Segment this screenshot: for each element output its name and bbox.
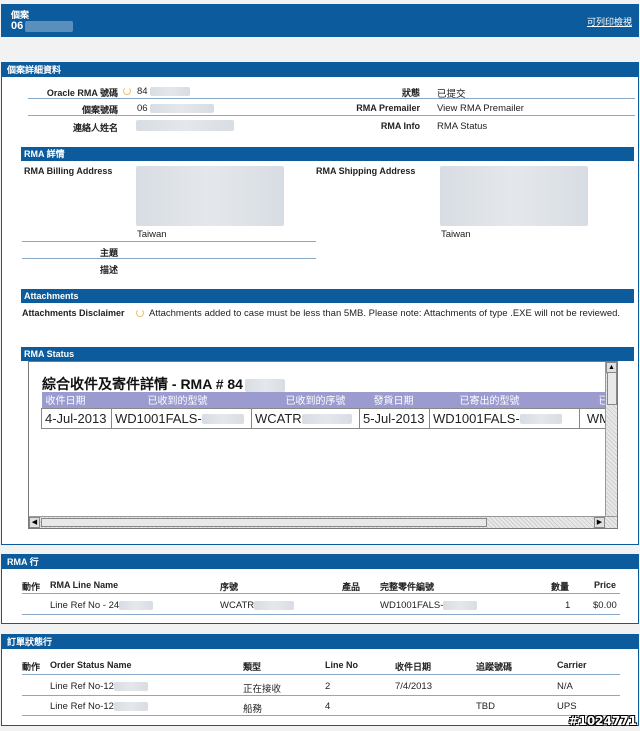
cell: 4-Jul-2013 [41, 407, 112, 429]
attachments-disclaimer-label: Attachments Disclaimer [22, 308, 125, 318]
contact-name-value [136, 120, 234, 131]
col-qty: 數量 [551, 582, 570, 592]
divider [28, 115, 635, 116]
rma-status-table: 收件日期 已收到的型號 已收到的序號 發貨日期 已寄出的型號 已 4-Jul-2… [41, 392, 611, 429]
order-line-no: 2 [325, 681, 331, 692]
rma-status-link[interactable]: RMA Status [437, 121, 487, 132]
order-name: Line Ref No-12 [50, 681, 148, 692]
order-type: 正在接收 [243, 684, 282, 695]
case-number: 06 [11, 20, 74, 32]
table-row: 4-Jul-2013 WD1001FALS- WCATR 5-Jul-2013 … [41, 407, 611, 429]
rma-status-header: RMA Status [21, 347, 634, 361]
order-carrier: N/A [557, 681, 573, 692]
order-date: 7/4/2013 [395, 681, 432, 692]
col-header: 已收到的序號 [251, 392, 360, 408]
cell: 5-Jul-2013 [359, 407, 430, 429]
rma-info-label: RMA Info [380, 121, 420, 131]
print-view-link[interactable]: 可列印檢視 [587, 15, 632, 28]
col-header: 收件日期 [41, 392, 112, 408]
status-label: 狀態 [401, 88, 420, 98]
col-received-date: 收件日期 [395, 662, 432, 672]
view-premailer-link[interactable]: View RMA Premailer [437, 103, 524, 114]
col-price: Price [594, 580, 617, 590]
rma-details-header: RMA 詳情 [21, 147, 634, 161]
attachments-header: Attachments [21, 289, 634, 303]
oracle-rma-value: 84 [137, 86, 190, 97]
status-value: 已提交 [437, 89, 466, 100]
line-part: WD1001FALS- [380, 600, 478, 611]
case-number-value: 06 [137, 103, 214, 114]
divider [22, 258, 316, 259]
billing-address-value [136, 166, 284, 226]
attachments-disclaimer-text: Attachments added to case must be less t… [149, 308, 621, 319]
premailer-label: RMA Premailer [356, 103, 420, 113]
horizontal-scrollbar[interactable]: ◀ ▶ [29, 516, 617, 528]
col-carrier: Carrier [557, 660, 587, 670]
redacted-value [25, 20, 74, 32]
loading-icon [123, 87, 131, 95]
divider [22, 593, 620, 594]
col-action: 動作 [22, 662, 41, 672]
case-header-bar: 個案 06 可列印檢視 [1, 4, 639, 37]
col-type: 類型 [243, 662, 262, 672]
order-line-no: 4 [325, 701, 331, 712]
order-type: 船務 [243, 704, 263, 715]
line-name: Line Ref No - 24 [50, 600, 154, 611]
col-action: 動作 [22, 582, 41, 592]
col-order-name: Order Status Name [50, 660, 132, 670]
scroll-thumb[interactable] [607, 372, 617, 405]
case-details-header: 個案詳細資料 [2, 63, 638, 77]
order-name: Line Ref No-12 [50, 701, 148, 712]
col-header: 已寄出的型號 [429, 392, 580, 408]
col-header: 發貨日期 [359, 392, 430, 408]
divider [22, 241, 316, 242]
rma-status-frame-title: 綜合收件及寄件詳情 - RMA # 84 [42, 374, 285, 394]
scroll-left-icon[interactable]: ◀ [29, 517, 40, 528]
scroll-thumb[interactable] [41, 518, 487, 527]
shipping-country: Taiwan [441, 229, 471, 240]
line-qty: 1 [565, 600, 571, 611]
order-tracking: TBD [476, 701, 495, 712]
divider [22, 695, 620, 696]
order-carrier: UPS [557, 701, 577, 712]
col-tracking: 追蹤號碼 [476, 662, 513, 672]
col-serial: 序號 [220, 582, 239, 592]
line-price: $0.00 [593, 600, 617, 611]
col-part: 完整零件編號 [380, 582, 435, 592]
contact-name-label: 連絡人姓名 [72, 123, 118, 133]
line-serial: WCATR [220, 600, 295, 611]
rma-status-frame[interactable]: 綜合收件及寄件詳情 - RMA # 84 收件日期 已收到的型號 已收到的序號 … [28, 361, 618, 529]
cell: WCATR [251, 407, 360, 429]
billing-address-label: RMA Billing Address [24, 166, 113, 176]
col-line-name: RMA Line Name [50, 580, 119, 590]
rma-lines-header: RMA 行 [2, 555, 638, 569]
scroll-right-icon[interactable]: ▶ [594, 517, 605, 528]
divider [22, 614, 620, 615]
col-line-no: Line No [325, 660, 358, 670]
cell: WD1001FALS- [429, 407, 580, 429]
order-status-header: 訂單狀態行 [2, 635, 638, 649]
order-status-section: 訂單狀態行 [1, 634, 639, 726]
loading-icon [136, 309, 144, 317]
watermark: #1024771 [568, 714, 637, 728]
vertical-scrollbar[interactable]: ▲ [605, 362, 617, 518]
col-header: 已收到的型號 [111, 392, 252, 408]
description-label: 描述 [99, 265, 118, 275]
shipping-address-value [440, 166, 588, 226]
shipping-address-label: RMA Shipping Address [316, 166, 416, 176]
divider [22, 715, 620, 716]
cell: WD1001FALS- [111, 407, 252, 429]
billing-country: Taiwan [137, 229, 167, 240]
col-product: 產品 [342, 582, 361, 592]
divider [22, 674, 620, 675]
redacted-value [244, 378, 285, 392]
